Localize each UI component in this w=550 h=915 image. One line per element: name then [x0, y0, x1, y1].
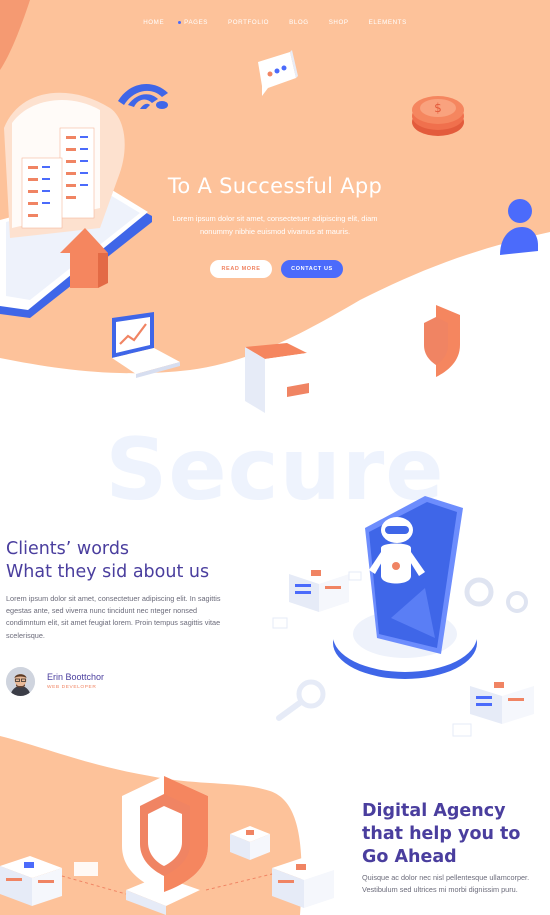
contact-us-button[interactable]: CONTACT US [281, 260, 343, 278]
clients-text: Lorem ipsum dolor sit amet, consectetuer… [6, 594, 221, 640]
chat-bubble-icon [258, 50, 298, 96]
hero-subtitle: Lorem ipsum dolor sit amet, consectetuer… [172, 214, 378, 236]
agency-title: Digital Agency that help you to Go Ahead [362, 800, 520, 869]
wifi-icon [118, 83, 168, 109]
coin-stack-icon: $ [412, 96, 464, 136]
nav-shop[interactable]: SHOP [329, 19, 349, 26]
user-icon [500, 199, 538, 255]
clients-title: Clients’ words What they sid about us [6, 538, 209, 584]
nav-blog[interactable]: BLOG [289, 19, 309, 26]
agency-title-line1: Digital Agency [362, 801, 506, 821]
wallet-icon [245, 343, 309, 413]
shield-server-illustration [0, 776, 334, 915]
main-nav: HOME PAGES PORTFOLIO BLOG SHOP ELEMENTS [0, 19, 550, 26]
shield-icon [414, 305, 460, 377]
phone-server-illustration [0, 92, 152, 318]
clients-title-line1: Clients’ words [6, 539, 130, 559]
hero-title: To A Successful App [167, 174, 383, 198]
avatar [6, 667, 35, 696]
person-role: WEB DEVELOPER [47, 685, 97, 690]
nav-home[interactable]: HOME [143, 19, 164, 26]
landing-page: HOME PAGES PORTFOLIO BLOG SHOP ELEMENTS [0, 0, 550, 915]
clients-title-line2: What they sid about us [6, 562, 210, 582]
agency-text: Quisque ac dolor nec nisl pellentesque u… [362, 873, 530, 895]
nav-portfolio[interactable]: PORTFOLIO [228, 19, 269, 26]
agency-title-line2: that help you to [362, 824, 521, 844]
avatar-photo [6, 667, 35, 696]
agency-title-line3: Go Ahead [362, 847, 457, 867]
laptop-icon [112, 312, 180, 378]
nav-elements[interactable]: ELEMENTS [369, 19, 407, 26]
robot-phone-illustration [272, 496, 534, 737]
person-name: Erin Boottchor [47, 672, 105, 682]
svg-text:$: $ [434, 101, 442, 115]
nav-pages[interactable]: PAGES [178, 19, 208, 26]
read-more-button[interactable]: READ MORE [210, 260, 272, 278]
